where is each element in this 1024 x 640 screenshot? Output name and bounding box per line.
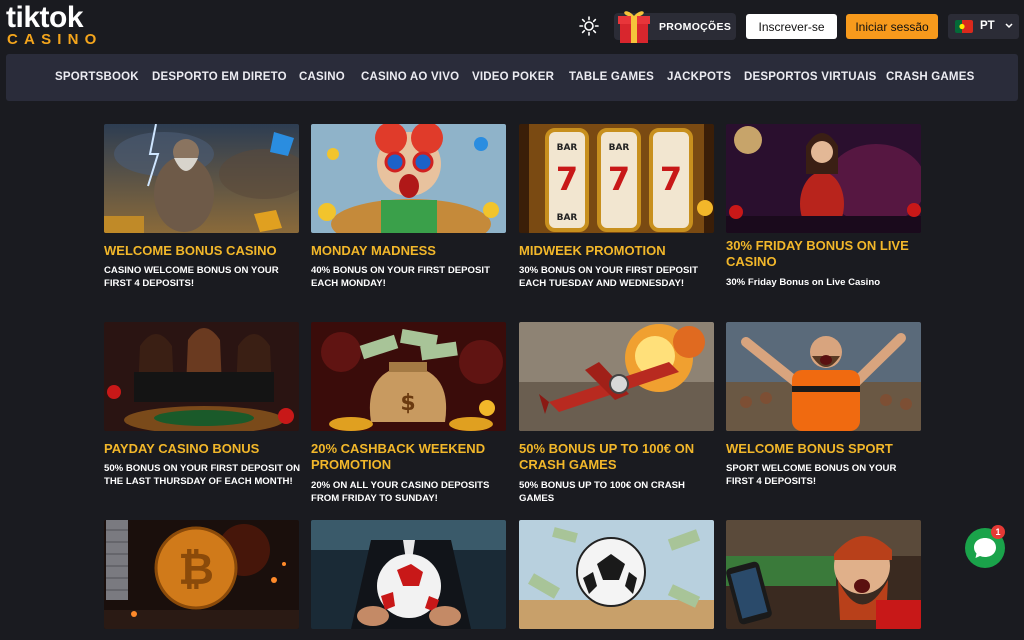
promo-image-ball-in-hands[interactable] xyxy=(311,520,506,629)
signup-button[interactable]: Inscrever-se xyxy=(746,14,837,39)
promo-title[interactable]: 30% FRIDAY BONUS ON LIVE CASINO xyxy=(726,238,926,270)
promo-description: 20% ON ALL YOUR CASINO DEPOSITS FROM FRI… xyxy=(311,480,490,504)
promo-description: 30% BONUS ON YOUR FIRST DEPOSIT EACH TUE… xyxy=(519,265,698,289)
promo-card-mobile-betting[interactable] xyxy=(726,520,921,629)
nav-crash-games[interactable]: CRASH GAMES xyxy=(886,71,974,83)
chat-notification-badge: 1 xyxy=(991,525,1005,539)
sun-icon xyxy=(579,16,599,36)
nav-virtual-sports[interactable]: DESPORTOS VIRTUAIS xyxy=(744,71,876,83)
promo-card-football-hands[interactable] xyxy=(311,520,506,629)
promo-description: CASINO WELCOME BONUS ON YOUR FIRST 4 DEP… xyxy=(104,265,279,289)
promo-description: 30% Friday Bonus on Live Casino xyxy=(726,277,881,288)
login-button[interactable]: Iniciar sessão xyxy=(846,14,938,39)
site-logo[interactable]: tiktok CASINO xyxy=(6,1,126,49)
promo-title[interactable]: MONDAY MADNESS xyxy=(311,243,511,259)
gift-icon xyxy=(618,11,650,43)
promo-description: 40% BONUS ON YOUR FIRST DEPOSIT EACH MON… xyxy=(311,265,490,289)
promo-card-crypto[interactable]: ₿ xyxy=(104,520,299,629)
promo-card-payday[interactable]: PAYDAY CASINO BONUS 50% BONUS ON YOUR FI… xyxy=(104,322,300,507)
svg-text:7: 7 xyxy=(608,160,630,198)
chevron-down-icon xyxy=(1005,23,1013,29)
promo-image-live-dealer[interactable] xyxy=(726,124,921,233)
language-label: PT xyxy=(980,20,995,32)
promotions-button[interactable]: PROMOÇÕES xyxy=(614,11,736,43)
promo-title[interactable]: 50% BONUS UP TO 100€ ON CRASH GAMES xyxy=(519,441,719,473)
promo-image-fan-with-phone[interactable] xyxy=(726,520,921,629)
promo-image-clown[interactable] xyxy=(311,124,506,233)
promo-card-crash-games[interactable]: 50% BONUS UP TO 100€ ON CRASH GAMES 50% … xyxy=(519,322,714,507)
promo-image-money-bag[interactable]: $ xyxy=(311,322,506,431)
svg-text:$: $ xyxy=(400,391,415,416)
promo-image-football-fan[interactable] xyxy=(726,322,921,431)
theme-toggle-button[interactable] xyxy=(578,15,600,37)
promo-description: 50% BONUS UP TO 100€ ON CRASH GAMES xyxy=(519,480,685,504)
promo-description: SPORT WELCOME BONUS ON YOUR FIRST 4 DEPO… xyxy=(726,463,897,487)
logo-wordmark: tiktok xyxy=(6,1,84,34)
nav-video-poker[interactable]: VIDEO POKER xyxy=(472,71,554,83)
promo-card-welcome-sport[interactable]: WELCOME BONUS SPORT SPORT WELCOME BONUS … xyxy=(726,322,921,507)
promo-title[interactable]: 20% CASHBACK WEEKEND PROMOTION xyxy=(311,441,511,473)
promo-image-roulette-ladies[interactable] xyxy=(104,322,299,431)
svg-text:BAR: BAR xyxy=(557,213,578,223)
promo-card-welcome-casino[interactable]: WELCOME BONUS CASINO CASINO WELCOME BONU… xyxy=(104,124,299,299)
main-navigation: SPORTSBOOK DESPORTO EM DIRETO CASINO CAS… xyxy=(6,54,1018,101)
promo-card-friday-live-casino[interactable]: 30% FRIDAY BONUS ON LIVE CASINO 30% Frid… xyxy=(726,124,921,299)
promo-card-midweek[interactable]: 7 7 7 BAR BAR BAR MIDWEEK PROMOTION 30% … xyxy=(519,124,714,299)
promo-title[interactable]: WELCOME BONUS CASINO xyxy=(104,243,304,259)
promo-title[interactable]: WELCOME BONUS SPORT xyxy=(726,441,926,457)
logo-subtitle: CASINO xyxy=(7,31,103,48)
promo-card-cashback-weekend[interactable]: $ 20% CASHBACK WEEKEND PROMOTION 20% ON … xyxy=(311,322,506,507)
nav-table-games[interactable]: TABLE GAMES xyxy=(569,71,654,83)
promo-image-ball-and-cash[interactable] xyxy=(519,520,714,629)
promo-card-football-money[interactable] xyxy=(519,520,714,629)
svg-text:BAR: BAR xyxy=(609,143,630,153)
nav-sportsbook[interactable]: SPORTSBOOK xyxy=(55,71,139,83)
promo-image-plane-explosion[interactable] xyxy=(519,322,714,431)
promo-image-slot-reels[interactable]: 7 7 7 BAR BAR BAR xyxy=(519,124,714,233)
svg-text:7: 7 xyxy=(556,160,578,198)
nav-jackpots[interactable]: JACKPOTS xyxy=(667,71,731,83)
svg-text:₿: ₿ xyxy=(178,544,214,595)
promo-image-zeus[interactable] xyxy=(104,124,299,233)
promo-title[interactable]: PAYDAY CASINO BONUS xyxy=(104,441,304,457)
nav-live-sports[interactable]: DESPORTO EM DIRETO xyxy=(152,71,287,83)
promotions-label: PROMOÇÕES xyxy=(659,21,732,33)
nav-live-casino[interactable]: CASINO AO VIVO xyxy=(361,71,459,83)
svg-text:BAR: BAR xyxy=(557,143,578,153)
promo-image-bitcoin[interactable]: ₿ xyxy=(104,520,299,629)
promo-title[interactable]: MIDWEEK PROMOTION xyxy=(519,243,719,259)
nav-casino[interactable]: CASINO xyxy=(299,71,345,83)
header: tiktok CASINO PROMOÇÕES Inscrever-se Ini… xyxy=(0,0,1024,52)
promo-card-monday-madness[interactable]: MONDAY MADNESS 40% BONUS ON YOUR FIRST D… xyxy=(311,124,506,299)
portugal-flag-icon xyxy=(955,20,973,33)
language-selector[interactable]: PT xyxy=(948,14,1019,39)
svg-text:7: 7 xyxy=(660,160,682,198)
promo-description: 50% BONUS ON YOUR FIRST DEPOSIT ON THE L… xyxy=(104,463,300,487)
